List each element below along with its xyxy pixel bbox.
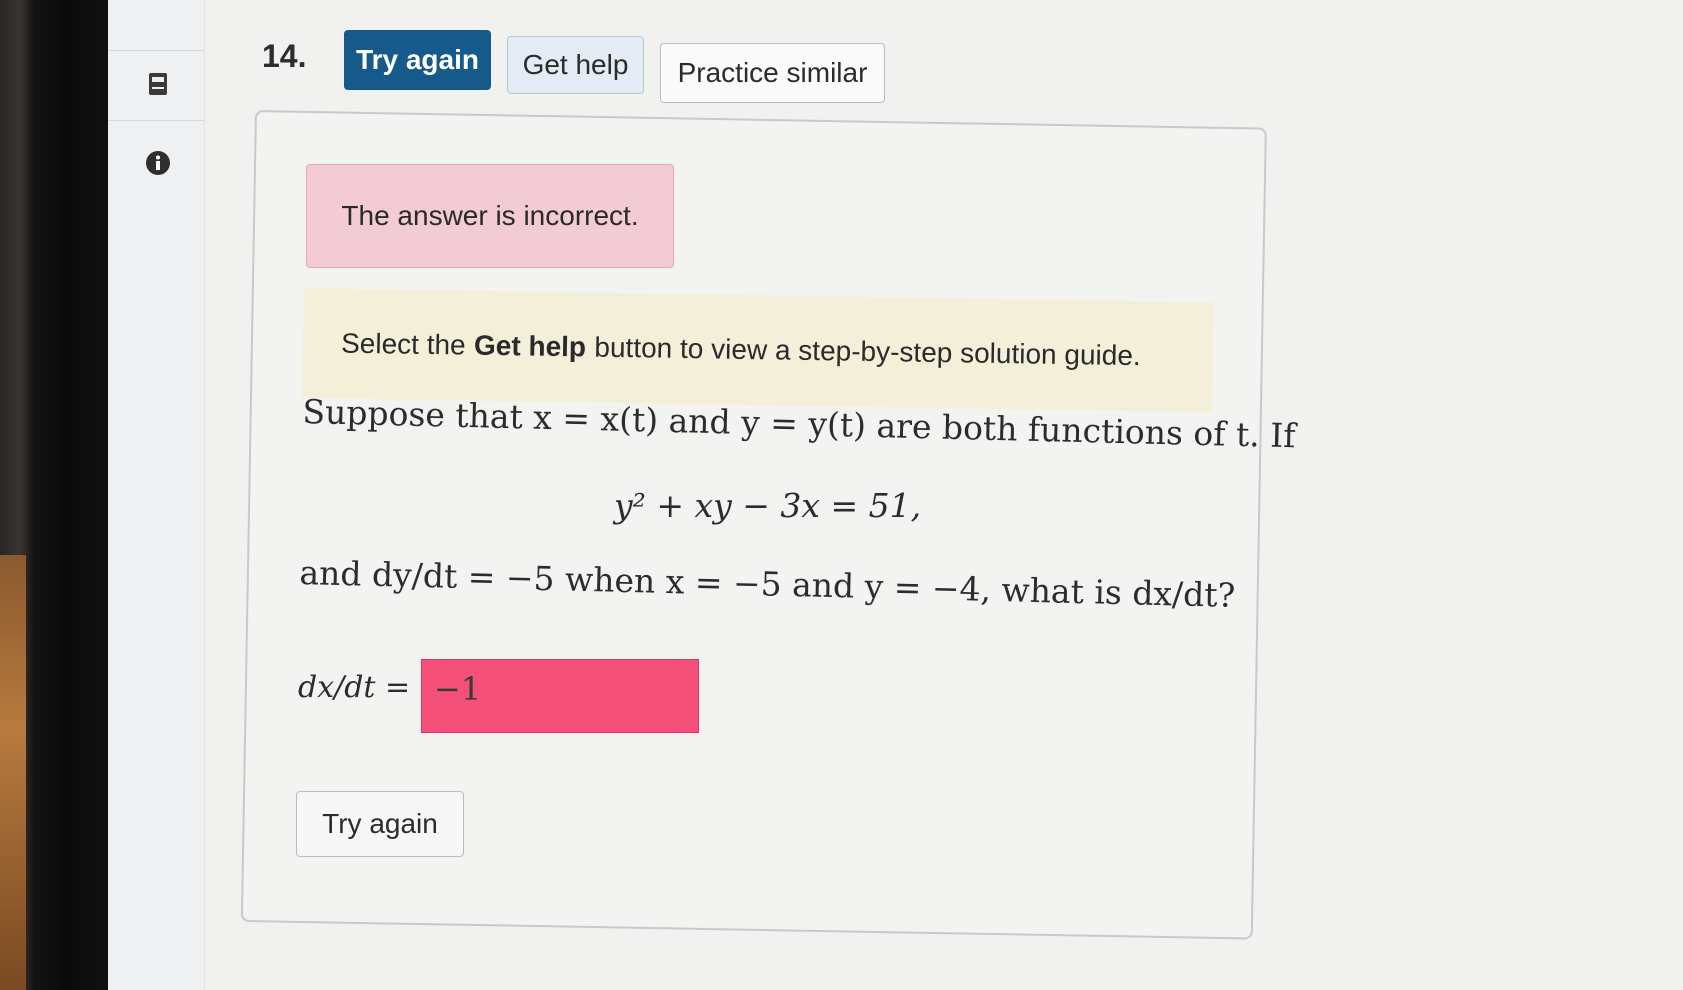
help-hint-prefix: Select the <box>340 327 466 361</box>
practice-similar-button[interactable]: Practice similar <box>660 43 885 103</box>
problem-equation: y² + xy − 3x = 51, <box>614 486 922 525</box>
left-tool-rail <box>108 0 205 990</box>
answer-label: dx/dt = <box>298 670 411 705</box>
help-hint: Select the Get help button to view a ste… <box>302 288 1214 413</box>
question-number: 14. <box>262 38 307 74</box>
incorrect-alert: The answer is incorrect. <box>306 164 674 268</box>
book-icon[interactable] <box>148 72 168 96</box>
desk-edge <box>0 555 26 990</box>
rail-header <box>108 0 204 51</box>
submit-try-again-button[interactable]: Try again <box>296 791 464 857</box>
get-help-button[interactable]: Get help <box>507 36 644 94</box>
try-again-button[interactable]: Try again <box>344 30 491 90</box>
info-icon[interactable] <box>145 150 171 176</box>
answer-input[interactable]: −1 <box>421 659 699 733</box>
help-hint-suffix: button to view a step-by-step solution g… <box>594 331 1141 372</box>
rail-divider <box>108 120 204 121</box>
help-hint-bold: Get help <box>473 329 587 363</box>
